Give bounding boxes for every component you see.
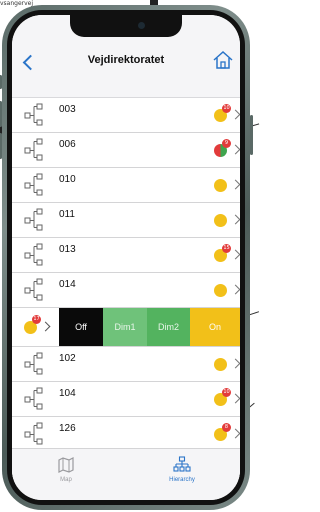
dim2-button[interactable]: Dim2 bbox=[147, 308, 190, 346]
list-item[interactable]: 006 9 bbox=[12, 133, 240, 168]
hierarchy-node-icon bbox=[24, 208, 50, 232]
hierarchy-node-icon bbox=[24, 387, 50, 411]
phone-side-button bbox=[0, 75, 2, 89]
tab-label: Hierarchy bbox=[169, 477, 195, 483]
phone-side-button bbox=[0, 133, 2, 159]
hierarchy-node-icon bbox=[24, 422, 50, 446]
phone-frame: Vejdirektoratet 003 10 006 9 010 011 013 15 014 … bbox=[0, 5, 253, 510]
tab-map[interactable]: Map bbox=[36, 455, 96, 489]
hierarchy-node-icon bbox=[24, 173, 50, 197]
swipe-action-row[interactable]: 17 Off Dim1 Dim2 On bbox=[12, 308, 240, 347]
count-badge: 10 bbox=[222, 388, 231, 397]
chevron-right-icon bbox=[230, 179, 240, 190]
chevron-right-icon bbox=[40, 321, 51, 332]
chevron-right-icon bbox=[230, 358, 240, 369]
chevron-right-icon bbox=[230, 144, 240, 155]
list-item[interactable]: 014 bbox=[12, 273, 240, 308]
list-item[interactable]: 102 bbox=[12, 347, 240, 382]
chevron-right-icon bbox=[230, 428, 240, 439]
tab-hierarchy[interactable]: Hierarchy bbox=[152, 455, 212, 489]
chevron-right-icon bbox=[230, 249, 240, 260]
notch bbox=[70, 15, 182, 37]
hierarchy-list: 003 10 006 9 010 011 013 15 014 17 Off Dim1 Dim2… bbox=[12, 98, 240, 487]
tab-bar: Map Hierarchy bbox=[12, 448, 240, 500]
on-button[interactable]: On bbox=[190, 308, 240, 346]
page-title: Vejdirektoratet bbox=[87, 54, 165, 66]
status-dot bbox=[214, 214, 227, 227]
hierarchy-node-icon bbox=[24, 243, 50, 267]
list-item[interactable]: 003 10 bbox=[12, 98, 240, 133]
home-icon[interactable] bbox=[212, 50, 234, 70]
item-label: 126 bbox=[59, 423, 76, 434]
count-badge: 8 bbox=[222, 423, 231, 432]
item-label: 104 bbox=[59, 388, 76, 399]
item-label: 006 bbox=[59, 139, 76, 150]
item-label: 010 bbox=[59, 174, 76, 185]
count-badge: 15 bbox=[222, 244, 231, 253]
chevron-right-icon bbox=[230, 393, 240, 404]
chevron-right-icon bbox=[230, 109, 240, 120]
list-item[interactable]: 010 bbox=[12, 168, 240, 203]
hierarchy-node-icon bbox=[24, 278, 50, 302]
app-screen: Vejdirektoratet 003 10 006 9 010 011 013 15 014 … bbox=[12, 15, 240, 500]
map-icon bbox=[58, 457, 74, 473]
list-item[interactable]: 104 10 bbox=[12, 382, 240, 417]
off-button[interactable]: Off bbox=[59, 308, 103, 346]
item-label: 014 bbox=[59, 279, 76, 290]
camera-icon bbox=[138, 22, 145, 29]
status-dot bbox=[214, 179, 227, 192]
hierarchy-icon bbox=[173, 456, 191, 472]
dim1-button[interactable]: Dim1 bbox=[103, 308, 147, 346]
status-dot bbox=[214, 284, 227, 297]
item-label: 011 bbox=[59, 209, 75, 220]
chevron-right-icon bbox=[230, 284, 240, 295]
item-label: 003 bbox=[59, 104, 76, 115]
list-item[interactable]: 126 8 bbox=[12, 417, 240, 452]
count-badge: 17 bbox=[32, 315, 41, 324]
list-item[interactable]: 011 bbox=[12, 203, 240, 238]
chevron-right-icon bbox=[230, 214, 240, 225]
count-badge: 10 bbox=[222, 104, 231, 113]
hierarchy-node-icon bbox=[24, 352, 50, 376]
phone-side-button bbox=[250, 115, 253, 155]
count-badge: 9 bbox=[222, 139, 231, 148]
hierarchy-node-icon bbox=[24, 103, 50, 127]
phone-side-button bbox=[0, 101, 2, 127]
hierarchy-node-icon bbox=[24, 138, 50, 162]
item-label: 013 bbox=[59, 244, 76, 255]
corner-text: vsangervej bbox=[0, 0, 34, 7]
tab-label: Map bbox=[60, 477, 72, 483]
status-dot bbox=[214, 358, 227, 371]
item-label: 102 bbox=[59, 353, 76, 364]
list-item[interactable]: 013 15 bbox=[12, 238, 240, 273]
